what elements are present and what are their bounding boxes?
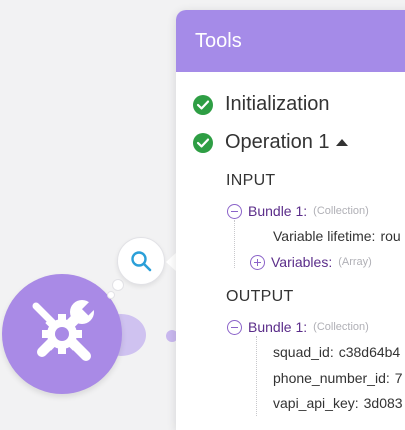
check-circle-icon — [193, 94, 213, 115]
output-item-row: phone_number_id: 7 — [273, 370, 403, 386]
input-section-title: INPUT — [226, 172, 276, 189]
tree-connector — [256, 336, 257, 416]
operation-1[interactable]: Operation 1 — [193, 131, 348, 154]
item-key: Variable lifetime: — [273, 228, 376, 244]
collapse-icon[interactable] — [227, 319, 242, 335]
expand-icon[interactable] — [250, 254, 265, 270]
operation-initialization[interactable]: Initialization — [193, 93, 330, 116]
item-value: rou — [380, 228, 401, 244]
item-key: Variables: — [271, 254, 333, 270]
operation-label: Initialization — [225, 93, 330, 115]
tools-module[interactable] — [2, 274, 122, 394]
item-value: 3d083 — [363, 395, 403, 411]
output-item-row: squad_id: c38d64b4 — [273, 344, 400, 360]
bundle-label: Bundle 1: — [248, 319, 308, 335]
bubble-tail-dot — [107, 291, 115, 299]
item-key: phone_number_id: — [273, 370, 390, 386]
panel-title: Tools — [176, 10, 405, 72]
input-bundle-row[interactable]: Bundle 1: (Collection) — [227, 203, 369, 219]
output-section-title: OUTPUT — [226, 288, 294, 305]
input-item-row: Variable lifetime: rou — [273, 228, 401, 244]
inspect-bubble[interactable] — [117, 237, 165, 285]
collapse-icon[interactable] — [227, 203, 242, 219]
input-item-row[interactable]: Variables: (Array) — [250, 254, 372, 270]
item-key: vapi_api_key: — [273, 395, 359, 411]
tree-connector — [234, 220, 235, 268]
item-value: 7 — [394, 370, 403, 386]
output-bundle-row[interactable]: Bundle 1: (Collection) — [227, 319, 369, 335]
execution-inspector-panel: Tools Initialization Operation 1 INPUT B… — [176, 10, 405, 430]
item-key: squad_id: — [273, 344, 334, 360]
operation-label: Operation 1 — [225, 131, 330, 153]
type-tag: (Array) — [338, 256, 372, 268]
caret-up-icon[interactable] — [335, 139, 348, 146]
item-value: c38d64b4 — [338, 344, 401, 360]
search-icon — [131, 251, 152, 272]
bundle-label: Bundle 1: — [248, 203, 308, 219]
check-circle-icon — [193, 132, 213, 153]
bubble-tail-dot — [112, 279, 124, 291]
tools-icon — [32, 300, 97, 361]
output-item-row: vapi_api_key: 3d083 — [273, 395, 403, 411]
type-tag: (Collection) — [313, 321, 369, 333]
type-tag: (Collection) — [313, 205, 369, 217]
